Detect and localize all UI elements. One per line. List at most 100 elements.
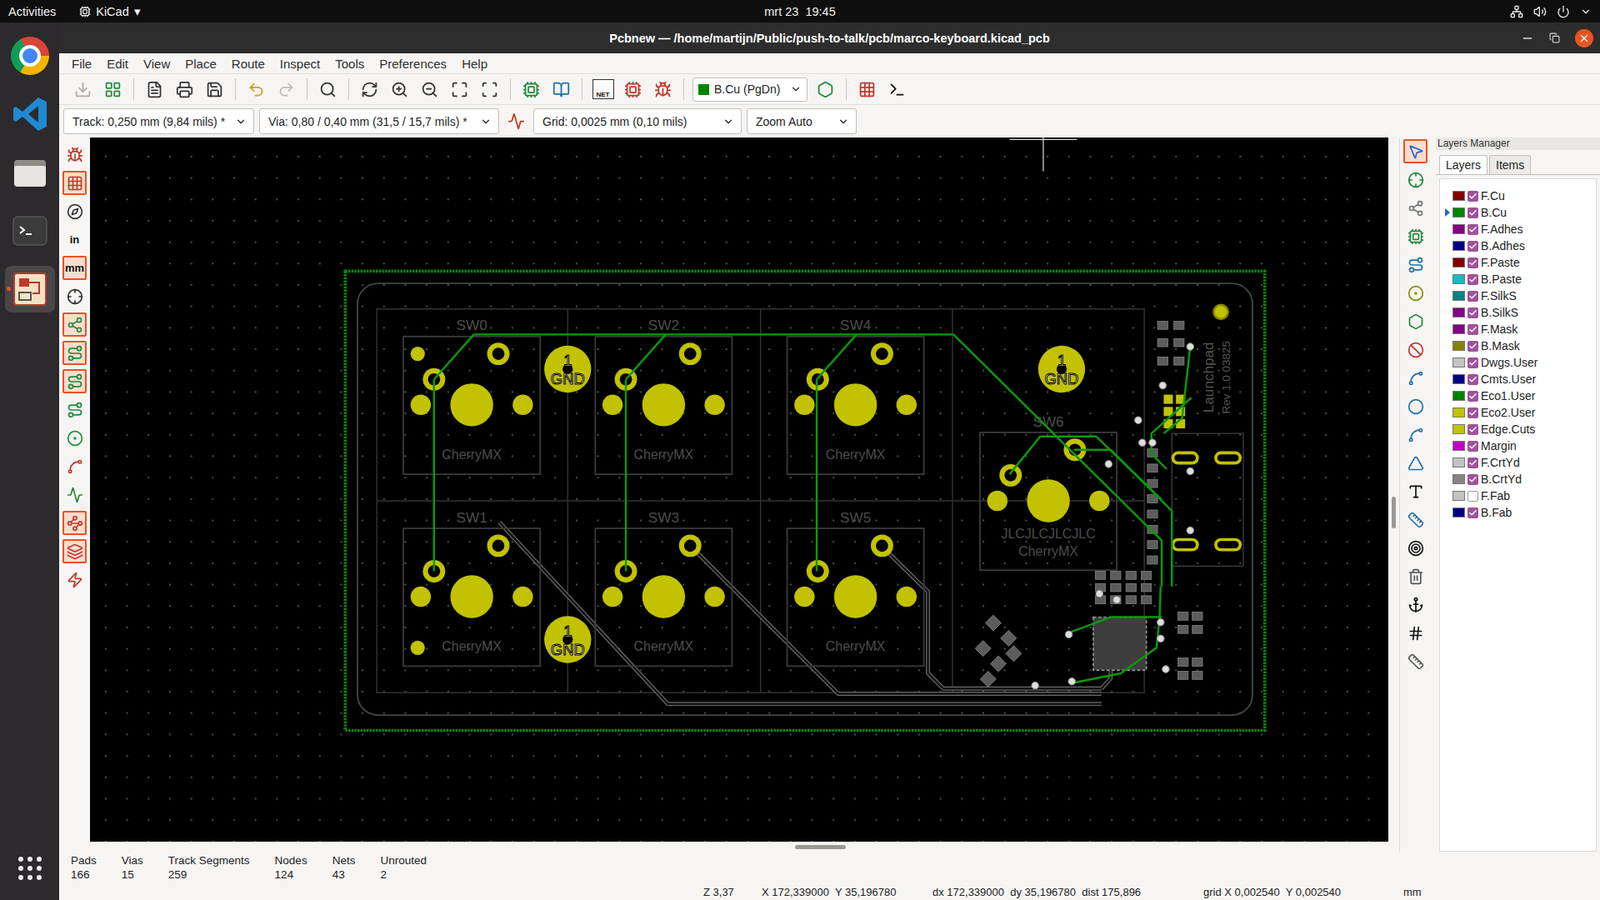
toolbar-button[interactable]	[549, 77, 574, 102]
layer-color[interactable]	[1452, 307, 1465, 318]
layer-visibility-checkbox[interactable]	[1467, 257, 1479, 269]
switch-footprint[interactable]: SW0CherryMX	[403, 316, 540, 475]
toolbar-button[interactable]	[202, 77, 227, 102]
pcb-drawing[interactable]: SW0CherryMX SW2CherryMX SW4CherryMX SW1Cher…	[90, 137, 1389, 842]
layer-visibility-checkbox[interactable]	[1467, 390, 1479, 402]
layer-row[interactable]: F.Cu	[1440, 187, 1596, 205]
tool-button[interactable]	[62, 482, 87, 507]
toolbar-button[interactable]	[100, 77, 125, 102]
layer-row[interactable]: Margin	[1440, 437, 1596, 455]
gnd-pad[interactable]: 1GND	[544, 345, 591, 393]
toolbar-button[interactable]	[417, 77, 442, 102]
tool-button[interactable]	[62, 170, 87, 195]
layer-visibility-checkbox[interactable]	[1467, 224, 1479, 235]
layer-row[interactable]: B.Adhes	[1440, 237, 1596, 255]
layer-visibility-checkbox[interactable]	[1467, 274, 1479, 285]
layer-color[interactable]	[1452, 507, 1465, 518]
toolbar-button[interactable]	[387, 77, 412, 102]
dock-item[interactable]	[5, 207, 55, 255]
layer-row[interactable]: B.Paste	[1440, 270, 1596, 288]
layer-visibility-checkbox[interactable]	[1467, 240, 1479, 252]
layer-color[interactable]	[1452, 340, 1465, 351]
menu-item[interactable]: Inspect	[273, 56, 327, 71]
toolbar-button[interactable]	[477, 77, 502, 102]
dock-item[interactable]	[5, 90, 55, 138]
tool-button[interactable]	[1403, 139, 1428, 164]
tool-button[interactable]	[62, 510, 87, 535]
gnd-pad[interactable]: 1GND	[544, 615, 591, 663]
tool-button[interactable]	[1403, 252, 1428, 277]
activities-button[interactable]: Activities	[8, 5, 56, 19]
pcb-canvas[interactable]: SW0CherryMX SW2CherryMX SW4CherryMX SW1Cher…	[90, 137, 1389, 842]
tool-button[interactable]	[1403, 309, 1428, 334]
tool-button[interactable]	[1403, 422, 1428, 447]
layer-visibility-checkbox[interactable]	[1467, 290, 1479, 302]
layer-color[interactable]	[1452, 190, 1465, 201]
tool-button[interactable]	[62, 199, 87, 224]
layer-row[interactable]: B.CrtYd	[1440, 470, 1596, 488]
layer-visibility-checkbox[interactable]	[1467, 190, 1479, 202]
netlist-button[interactable]: NET	[590, 77, 615, 102]
tool-button[interactable]	[62, 142, 87, 167]
toolbar-button[interactable]	[620, 77, 645, 102]
restore-icon[interactable]	[1549, 32, 1560, 44]
track-select[interactable]: Track: 0,250 mm (9,84 mils) *	[63, 108, 255, 135]
close-button[interactable]	[1575, 29, 1594, 48]
layer-visibility-checkbox[interactable]	[1467, 374, 1479, 385]
toolbar-button[interactable]	[315, 77, 340, 102]
layer-visibility-checkbox[interactable]	[1467, 324, 1479, 335]
layer-visibility-checkbox[interactable]	[1467, 207, 1479, 219]
layer-row[interactable]: F.Paste	[1440, 254, 1596, 271]
toolbar-button[interactable]	[357, 77, 382, 102]
layer-color[interactable]	[1452, 224, 1465, 235]
toolbar-button[interactable]	[650, 77, 675, 102]
tool-button[interactable]	[62, 397, 87, 422]
tool-button[interactable]	[62, 454, 87, 479]
via-select[interactable]: Via: 0,80 / 0,40 mm (31,5 / 15,7 mils) *	[259, 108, 500, 135]
toolbar-button[interactable]	[274, 77, 299, 102]
layer-color[interactable]	[1452, 207, 1465, 218]
menu-item[interactable]: Edit	[100, 56, 135, 71]
tool-button[interactable]	[1403, 450, 1428, 475]
layer-row[interactable]: F.Adhes	[1440, 220, 1596, 238]
tool-button[interactable]	[1403, 337, 1428, 362]
layer-row[interactable]: F.SilkS	[1440, 287, 1596, 305]
zoom-select[interactable]: Zoom Auto	[746, 108, 857, 135]
toolbar-button[interactable]	[244, 77, 269, 102]
system-menu-icon[interactable]	[1580, 5, 1592, 18]
tool-button[interactable]	[62, 284, 87, 309]
layer-row[interactable]: B.Mask	[1440, 337, 1596, 355]
menu-item[interactable]: View	[136, 56, 177, 71]
network-icon[interactable]	[1510, 5, 1524, 19]
grid-select[interactable]: Grid: 0,0025 mm (0,10 mils)	[533, 108, 742, 135]
layer-row[interactable]: Edge.Cuts	[1440, 420, 1596, 438]
layer-visibility-checkbox[interactable]	[1467, 340, 1479, 352]
minimize-icon[interactable]	[1520, 31, 1535, 45]
layer-row[interactable]: F.Fab	[1440, 487, 1596, 505]
layer-row[interactable]: B.Fab	[1440, 504, 1596, 521]
layer-visibility-checkbox[interactable]	[1467, 507, 1479, 519]
switch-footprint[interactable]: SW4CherryMX	[787, 316, 925, 475]
switch-footprint[interactable]: SW1CherryMX	[403, 509, 540, 667]
show-apps-button[interactable]	[5, 845, 55, 892]
volume-icon[interactable]	[1533, 5, 1547, 19]
layer-visibility-checkbox[interactable]	[1467, 307, 1479, 319]
menu-item[interactable]: Preferences	[372, 56, 454, 71]
tool-button[interactable]	[62, 340, 87, 365]
layer-color[interactable]	[1452, 440, 1465, 451]
tool-button[interactable]	[62, 369, 87, 394]
layer-visibility-checkbox[interactable]	[1467, 457, 1479, 469]
layer-visibility-checkbox[interactable]	[1467, 490, 1479, 502]
switch-footprint[interactable]: SW2CherryMX	[595, 316, 732, 475]
switch-footprint[interactable]: SW3CherryMX	[595, 509, 732, 667]
toolbar-button[interactable]	[447, 77, 472, 102]
tool-button[interactable]	[62, 539, 87, 564]
toolbar-button[interactable]	[885, 77, 910, 102]
layer-row[interactable]: F.Mask	[1440, 320, 1596, 338]
dock-item[interactable]	[5, 149, 55, 196]
menu-item[interactable]: Tools	[328, 56, 371, 71]
layer-color[interactable]	[1452, 240, 1465, 251]
tool-button[interactable]	[62, 312, 87, 337]
tool-button[interactable]	[1403, 224, 1428, 249]
inch-button[interactable]: in	[62, 227, 87, 252]
